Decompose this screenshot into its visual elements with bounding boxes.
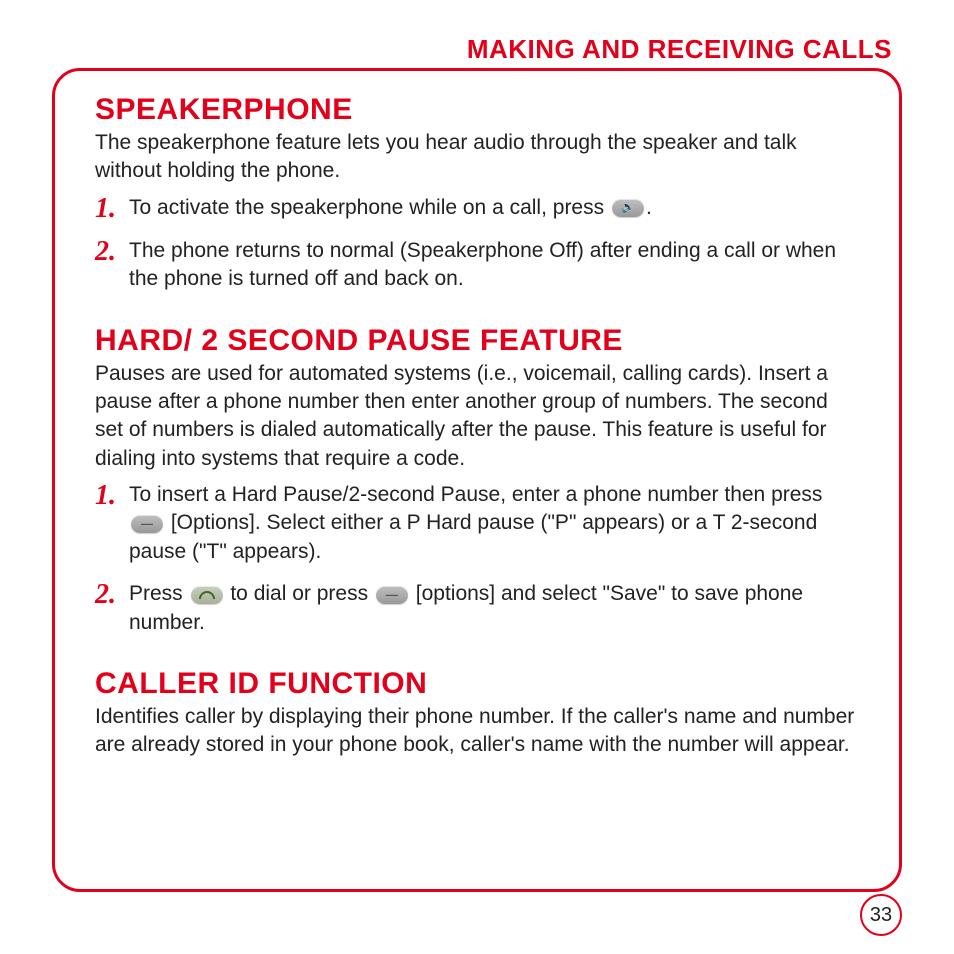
item-text: To insert a Hard Pause/2-second Pause, e… — [129, 481, 859, 566]
text-span: Press — [129, 582, 189, 605]
softkey-icon — [376, 586, 408, 604]
text-span: To insert a Hard Pause/2-second Pause, e… — [129, 483, 822, 506]
pause-list: 1. To insert a Hard Pause/2-second Pause… — [95, 481, 859, 637]
pause-intro: Pauses are used for automated systems (i… — [95, 360, 859, 473]
text-span: . — [646, 196, 652, 219]
item-text: The phone returns to normal (Speakerphon… — [129, 237, 859, 294]
item-number: 2. — [95, 580, 129, 609]
softkey-icon — [131, 515, 163, 533]
text-span: to dial or press — [225, 582, 374, 605]
speaker-key-icon — [612, 199, 644, 217]
item-number: 1. — [95, 481, 129, 510]
page-header: MAKING AND RECEIVING CALLS — [467, 34, 892, 65]
list-item: 2. The phone returns to normal (Speakerp… — [95, 237, 859, 294]
page-number: 33 — [860, 894, 902, 936]
list-item: 1. To activate the speakerphone while on… — [95, 194, 859, 223]
content-frame: SPEAKERPHONE The speakerphone feature le… — [52, 68, 902, 892]
call-key-icon — [191, 586, 223, 604]
list-item: 1. To insert a Hard Pause/2-second Pause… — [95, 481, 859, 566]
item-text: To activate the speakerphone while on a … — [129, 194, 859, 222]
list-item: 2. Press to dial or press [options] and … — [95, 580, 859, 637]
text-span: [Options]. Select either a P Hard pause … — [129, 511, 817, 562]
callerid-intro: Identifies caller by displaying their ph… — [95, 703, 859, 760]
item-number: 1. — [95, 194, 129, 223]
speakerphone-list: 1. To activate the speakerphone while on… — [95, 194, 859, 294]
item-text: Press to dial or press [options] and sel… — [129, 580, 859, 637]
text-span: To activate the speakerphone while on a … — [129, 196, 610, 219]
item-number: 2. — [95, 237, 129, 266]
speakerphone-intro: The speakerphone feature lets you hear a… — [95, 129, 859, 186]
section-title-callerid: CALLER ID FUNCTION — [95, 667, 859, 701]
section-title-pause: HARD/ 2 SECOND PAUSE FEATURE — [95, 324, 859, 358]
section-title-speakerphone: SPEAKERPHONE — [95, 93, 859, 127]
